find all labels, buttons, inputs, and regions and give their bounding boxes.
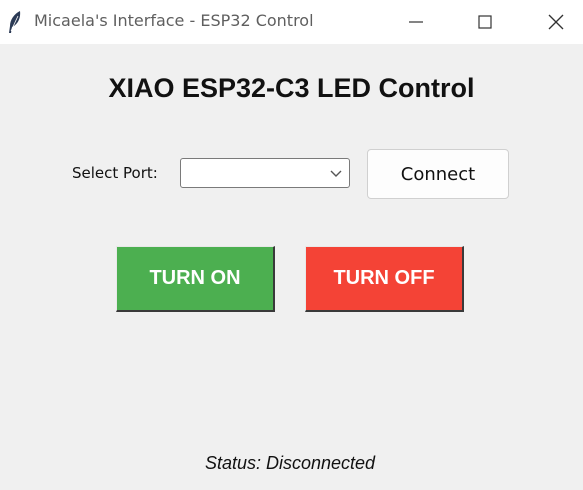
status-text: Status: Disconnected <box>204 453 376 473</box>
port-select[interactable] <box>180 158 350 188</box>
page-title: XIAO ESP32-C3 LED Control <box>108 73 475 103</box>
minimize-button[interactable] <box>393 0 439 44</box>
turn-on-button[interactable]: TURN ON <box>116 246 275 312</box>
app-window: Micaela's Interface - ESP32 Control XIAO… <box>0 0 583 490</box>
port-label: Select Port: <box>72 164 158 182</box>
title-bar[interactable]: Micaela's Interface - ESP32 Control <box>0 0 583 44</box>
feather-icon <box>6 10 24 34</box>
maximize-icon <box>478 15 492 29</box>
chevron-down-icon <box>329 167 343 181</box>
close-icon <box>548 14 564 30</box>
close-button[interactable] <box>533 0 579 44</box>
connect-button[interactable]: Connect <box>367 149 509 199</box>
window-title: Micaela's Interface - ESP32 Control <box>34 11 314 30</box>
maximize-button[interactable] <box>462 0 508 44</box>
minimize-icon <box>409 21 423 23</box>
turn-off-button[interactable]: TURN OFF <box>305 246 464 312</box>
